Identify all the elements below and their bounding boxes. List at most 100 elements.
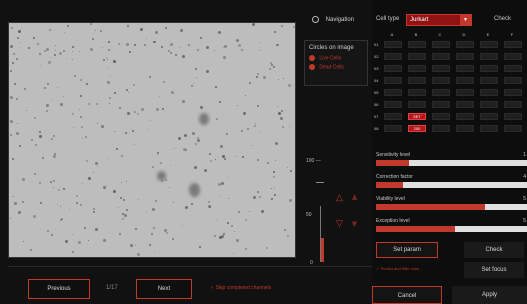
plate-well[interactable] — [384, 65, 402, 72]
plate-well[interactable] — [480, 41, 498, 48]
plate-well[interactable] — [456, 89, 474, 96]
cell-dot — [194, 68, 197, 71]
microscope-image[interactable] — [8, 22, 296, 258]
plate-well[interactable] — [432, 113, 450, 120]
plate-well[interactable] — [504, 89, 522, 96]
parameter-slider[interactable] — [376, 160, 527, 166]
plate-well[interactable] — [504, 125, 522, 132]
plate-well[interactable] — [384, 113, 402, 120]
plate-well[interactable] — [480, 89, 498, 96]
plate-well[interactable] — [480, 65, 498, 72]
cell-dot — [16, 37, 19, 40]
plate-well[interactable] — [504, 41, 522, 48]
plate-well[interactable]: 200 — [408, 125, 426, 132]
parameter-label: Exception level — [376, 218, 410, 224]
cell-dot — [170, 90, 174, 94]
next-button[interactable]: Next — [136, 279, 192, 299]
focus-max-label: 100 — — [306, 158, 321, 164]
plate-well[interactable] — [384, 101, 402, 108]
plate-well[interactable] — [456, 53, 474, 60]
cell-dot — [279, 116, 283, 120]
cell-dot — [9, 120, 13, 124]
plate-well[interactable] — [432, 41, 450, 48]
cell-dot — [121, 218, 124, 221]
cell-type-select[interactable]: Jurkart ▼ — [406, 14, 472, 26]
plate-well[interactable] — [432, 125, 450, 132]
plate-well[interactable] — [408, 53, 426, 60]
plate-well[interactable] — [384, 89, 402, 96]
cell-dot — [97, 122, 99, 124]
plate-well[interactable] — [480, 53, 498, 60]
parameter-label: Sensitivity level — [376, 152, 411, 158]
plate-well[interactable] — [480, 77, 498, 84]
cell-dot — [72, 113, 75, 116]
plate-well[interactable] — [456, 125, 474, 132]
cell-dot — [210, 159, 213, 162]
cell-dot — [281, 125, 284, 128]
parameter-slider[interactable] — [376, 226, 527, 232]
plate-well[interactable] — [504, 53, 522, 60]
up-arrow-icon[interactable]: △ — [336, 192, 343, 203]
plate-well[interactable] — [408, 89, 426, 96]
cell-dot — [12, 196, 14, 198]
cell-dot — [47, 83, 50, 86]
cell-dot — [184, 134, 188, 138]
plate-well[interactable] — [432, 77, 450, 84]
plate-well[interactable]: SET — [408, 113, 426, 120]
plate-well[interactable] — [480, 113, 498, 120]
plate-well[interactable] — [504, 101, 522, 108]
plate-well[interactable] — [384, 41, 402, 48]
focus-divider — [316, 182, 324, 183]
plate-well[interactable] — [456, 77, 474, 84]
plate-well[interactable] — [456, 113, 474, 120]
skip-completed-checkbox[interactable]: ✓ Skip completed channels — [210, 285, 271, 291]
plate-well[interactable] — [480, 101, 498, 108]
plate-well[interactable] — [384, 125, 402, 132]
plate-well[interactable] — [504, 77, 522, 84]
cell-dot — [101, 124, 105, 128]
plate-well[interactable] — [456, 41, 474, 48]
plate-well[interactable] — [432, 65, 450, 72]
plate-well[interactable] — [456, 65, 474, 72]
parameter-slider[interactable] — [376, 204, 527, 210]
plate-well[interactable] — [504, 65, 522, 72]
cell-dot — [109, 97, 112, 100]
parameter-slider[interactable] — [376, 182, 527, 188]
radio-selected-icon — [309, 55, 315, 61]
cell-dot — [237, 210, 240, 213]
plate-well[interactable] — [408, 41, 426, 48]
set-focus-button[interactable]: Set focus — [464, 262, 524, 278]
cell-dot — [22, 200, 25, 203]
cell-dot — [9, 96, 13, 100]
down-arrow-icon[interactable]: ▽ — [336, 218, 343, 229]
plate-well[interactable] — [432, 101, 450, 108]
check-link[interactable]: Check — [494, 16, 511, 22]
predict-checkbox[interactable]: ✓ Predict and filter rows — [376, 266, 419, 271]
plate-well[interactable] — [408, 65, 426, 72]
dead-cells-option[interactable]: Dead Cells — [309, 64, 363, 71]
plate-well[interactable] — [456, 101, 474, 108]
check-button[interactable]: Check — [464, 242, 524, 258]
plate-well[interactable] — [408, 77, 426, 84]
down-fast-arrow-icon[interactable]: ⩔ — [352, 218, 357, 229]
plate-well[interactable] — [432, 89, 450, 96]
cell-dot — [85, 160, 88, 163]
previous-button[interactable]: Previous — [28, 279, 90, 299]
plate-well[interactable] — [504, 113, 522, 120]
up-fast-arrow-icon[interactable]: ⩓ — [352, 192, 357, 203]
navigation-radio[interactable]: Navigation — [312, 16, 354, 23]
set-param-button[interactable]: Set param — [376, 242, 438, 258]
cell-dot — [78, 241, 82, 245]
plate-well[interactable] — [384, 53, 402, 60]
plate-well[interactable] — [432, 53, 450, 60]
focus-slider[interactable] — [320, 206, 324, 262]
apply-button[interactable]: Apply — [452, 286, 527, 304]
live-cells-option[interactable]: Live Cells — [309, 55, 363, 61]
plate-well[interactable] — [384, 77, 402, 84]
plate-well[interactable] — [480, 125, 498, 132]
cancel-button[interactable]: Cancel — [372, 286, 442, 304]
cell-dot — [106, 157, 108, 159]
cell-dot — [54, 53, 57, 56]
plate-well[interactable] — [408, 101, 426, 108]
cell-dot — [137, 198, 139, 200]
